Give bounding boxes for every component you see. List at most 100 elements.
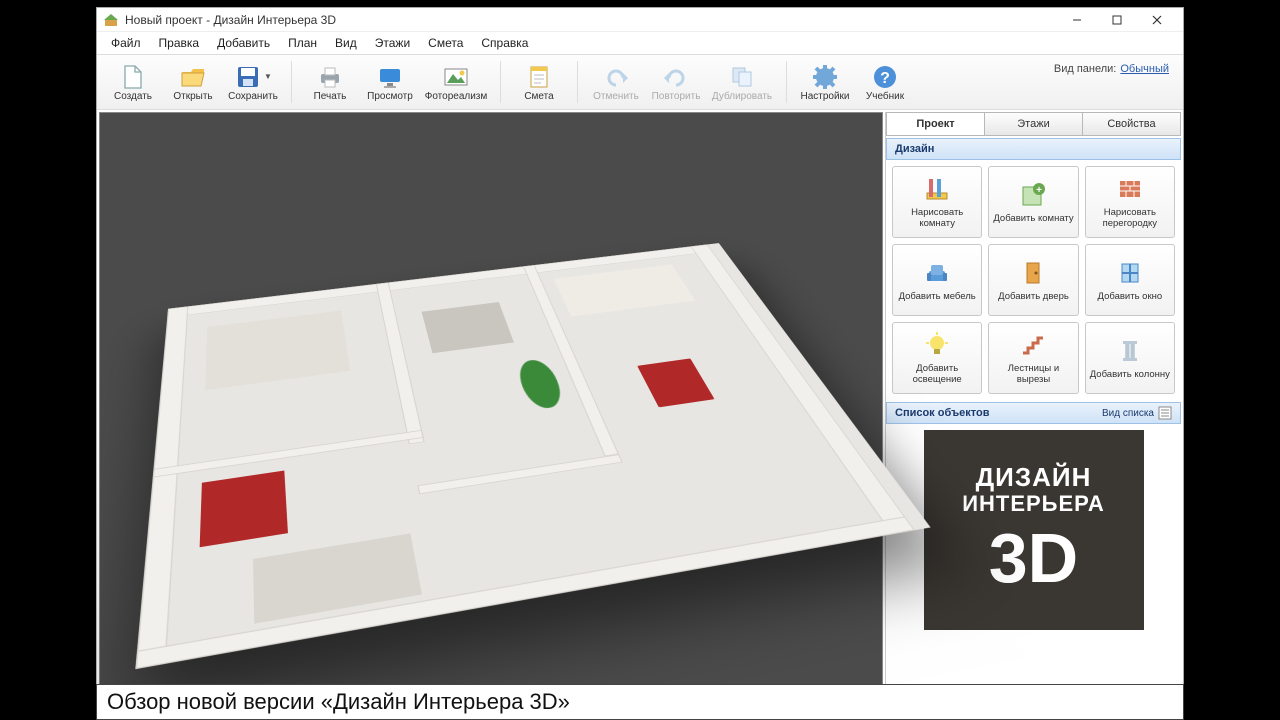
add-furniture-button[interactable]: Добавить мебель (892, 244, 982, 316)
duplicate-button[interactable]: Дублировать (706, 57, 778, 107)
panel-mode-link[interactable]: Обычный (1120, 63, 1169, 75)
preview-button[interactable]: Просмотр (360, 57, 420, 107)
monitor-icon (376, 63, 404, 91)
tb-label: Учебник (866, 91, 904, 102)
add-column-button[interactable]: Добавить колонну (1085, 322, 1175, 394)
door-icon (1018, 258, 1048, 288)
redo-icon (662, 63, 690, 91)
menu-floors[interactable]: Этажи (367, 34, 418, 52)
armchair-icon (922, 258, 952, 288)
print-button[interactable]: Печать (300, 57, 360, 107)
brick-wall-icon (1115, 174, 1145, 204)
settings-button[interactable]: Настройки (795, 57, 855, 107)
dg-label: Добавить мебель (899, 292, 976, 303)
lightbulb-icon (922, 330, 952, 360)
new-file-icon (119, 63, 147, 91)
panel-tabs: Проект Этажи Свойства (886, 112, 1181, 136)
tb-label: Настройки (800, 91, 849, 102)
gear-icon (811, 63, 839, 91)
photoreal-button[interactable]: Фотореализм (420, 57, 492, 107)
tb-label: Отменить (593, 91, 639, 102)
menu-add[interactable]: Добавить (209, 34, 278, 52)
side-panel: Проект Этажи Свойства Дизайн Нарисовать … (885, 112, 1181, 691)
create-button[interactable]: Создать (103, 57, 163, 107)
stairs-icon (1018, 330, 1048, 360)
window-controls (1057, 9, 1177, 31)
dg-label: Нарисовать перегородку (1088, 208, 1172, 230)
panel-mode: Вид панели: Обычный (1054, 57, 1177, 107)
chevron-down-icon: ▼ (264, 72, 272, 81)
svg-text:?: ? (880, 70, 890, 87)
tb-label: Печать (314, 91, 347, 102)
menu-plan[interactable]: План (280, 34, 325, 52)
duplicate-icon (728, 63, 756, 91)
tb-label: Просмотр (367, 91, 413, 102)
draw-partition-button[interactable]: Нарисовать перегородку (1085, 166, 1175, 238)
tab-properties[interactable]: Свойства (1083, 113, 1180, 135)
redo-button[interactable]: Повторить (646, 57, 706, 107)
draw-room-button[interactable]: Нарисовать комнату (892, 166, 982, 238)
add-window-button[interactable]: Добавить окно (1085, 244, 1175, 316)
tb-label: Открыть (173, 91, 212, 102)
toolbar-separator (577, 61, 578, 103)
toolbar: Создать Открыть ▼ Сохранить Печать (97, 54, 1183, 110)
open-button[interactable]: Открыть (163, 57, 223, 107)
logo-line-1: ДИЗАЙН (976, 463, 1092, 492)
help-icon: ? (871, 63, 899, 91)
photo-icon (442, 63, 470, 91)
room-plus-icon: + (1018, 180, 1048, 210)
dg-label: Добавить колонну (1090, 370, 1170, 381)
tb-label: Создать (114, 91, 152, 102)
logo-line-2: ИНТЕРЬЕРА (962, 492, 1105, 516)
menu-file[interactable]: Файл (103, 34, 149, 52)
menu-help[interactable]: Справка (473, 34, 536, 52)
add-lighting-button[interactable]: Добавить освещение (892, 322, 982, 394)
list-view-label: Вид списка (1102, 408, 1154, 419)
menu-edit[interactable]: Правка (151, 34, 208, 52)
dg-label: Добавить окно (1098, 292, 1163, 303)
caption-text: Обзор новой версии «Дизайн Интерьера 3D» (107, 689, 570, 715)
estimate-button[interactable]: Смета (509, 57, 569, 107)
tb-label: Сохранить (228, 91, 278, 102)
toolbar-separator (500, 61, 501, 103)
dg-label: Лестницы и вырезы (991, 364, 1075, 386)
list-view-toggle[interactable] (1158, 406, 1172, 420)
design-grid: Нарисовать комнату + Добавить комнату На… (886, 160, 1181, 400)
undo-button[interactable]: Отменить (586, 57, 646, 107)
maximize-button[interactable] (1097, 9, 1137, 31)
stairs-button[interactable]: Лестницы и вырезы (988, 322, 1078, 394)
printer-icon (316, 63, 344, 91)
column-icon (1115, 336, 1145, 366)
section-title: Список объектов (895, 407, 989, 419)
menubar: Файл Правка Добавить План Вид Этажи Смет… (97, 32, 1183, 54)
menu-estimate[interactable]: Смета (420, 34, 471, 52)
save-button[interactable]: ▼ Сохранить (223, 57, 283, 107)
tb-label: Фотореализм (425, 91, 488, 102)
close-button[interactable] (1137, 9, 1177, 31)
minimize-button[interactable] (1057, 9, 1097, 31)
pencil-ruler-icon (922, 174, 952, 204)
content-area: Проект Этажи Свойства Дизайн Нарисовать … (97, 110, 1183, 693)
dg-label: Добавить комнату (993, 214, 1073, 225)
help-button[interactable]: ? Учебник (855, 57, 915, 107)
dg-label: Добавить освещение (895, 364, 979, 386)
window-title: Новый проект - Дизайн Интерьера 3D (125, 13, 1057, 27)
tb-label: Повторить (652, 91, 701, 102)
section-objects-header: Список объектов Вид списка (886, 402, 1181, 424)
video-caption: Обзор новой версии «Дизайн Интерьера 3D» (96, 684, 1184, 720)
tab-project[interactable]: Проект (887, 113, 985, 135)
tab-floors[interactable]: Этажи (985, 113, 1083, 135)
dg-label: Добавить дверь (998, 292, 1069, 303)
panel-mode-label: Вид панели: (1054, 63, 1116, 75)
logo-line-3: 3D (989, 520, 1078, 597)
save-icon (234, 63, 262, 91)
menu-view[interactable]: Вид (327, 34, 365, 52)
add-door-button[interactable]: Добавить дверь (988, 244, 1078, 316)
add-room-button[interactable]: + Добавить комнату (988, 166, 1078, 238)
tb-label: Смета (524, 91, 553, 102)
3d-viewport[interactable] (99, 112, 883, 691)
svg-text:+: + (1037, 185, 1043, 196)
section-title: Дизайн (895, 143, 934, 155)
titlebar: Новый проект - Дизайн Интерьера 3D (97, 8, 1183, 32)
window-icon (1115, 258, 1145, 288)
